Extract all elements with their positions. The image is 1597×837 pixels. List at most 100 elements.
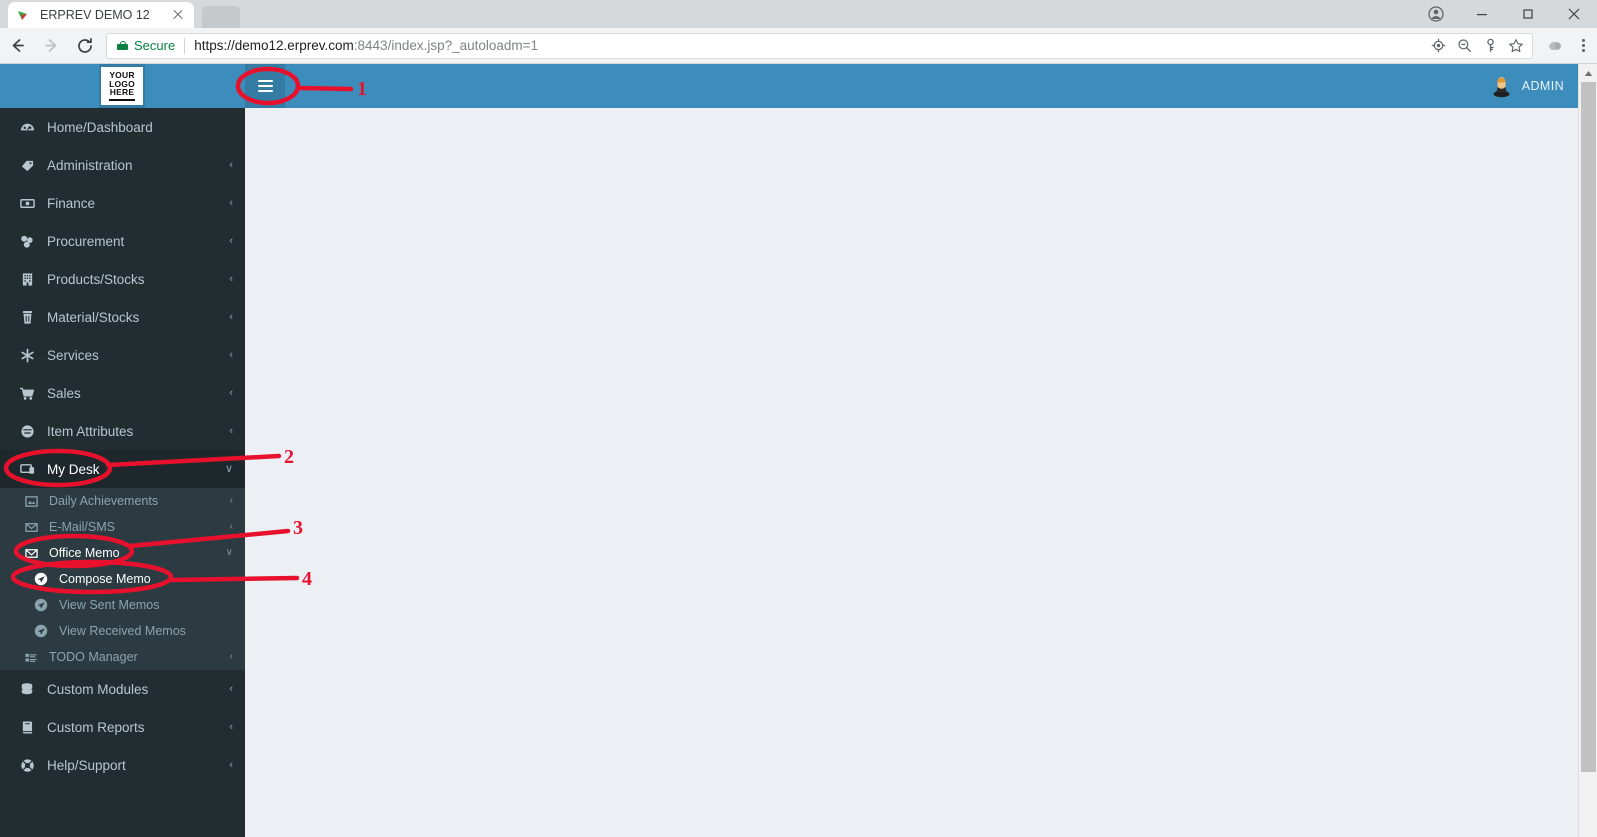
user-avatar-icon bbox=[1490, 75, 1513, 98]
circle-disc-icon bbox=[17, 424, 37, 439]
browser-toolbar: Secure https://demo12.erprev.com:8443/in… bbox=[0, 28, 1597, 64]
sidebar-item-administration[interactable]: Administration ‹ bbox=[0, 146, 245, 184]
chevron-left-icon: ‹ bbox=[229, 310, 233, 323]
erprev-favicon bbox=[16, 7, 32, 23]
browser-tab-bar: ERPREV DEMO 12 bbox=[0, 0, 1597, 28]
submenu-my-desk: Daily Achievements ‹ E-Mail/SMS ‹ Office… bbox=[0, 488, 245, 670]
sidebar-item-label: Administration bbox=[47, 157, 133, 173]
lock-icon bbox=[117, 41, 128, 50]
browser-tab[interactable]: ERPREV DEMO 12 bbox=[8, 2, 194, 28]
sidebar-item-label: Custom Reports bbox=[47, 719, 145, 735]
user-menu[interactable]: ADMIN bbox=[1490, 64, 1572, 108]
sidebar-item-view-received-memos[interactable]: View Received Memos bbox=[0, 618, 245, 644]
asterisk-icon bbox=[17, 348, 37, 363]
app-logo[interactable]: YOUR LOGO HERE bbox=[101, 67, 143, 105]
sidebar-item-todo-manager[interactable]: TODO Manager ‹ bbox=[0, 644, 245, 670]
picture-icon bbox=[22, 495, 40, 508]
logo-line-3: HERE bbox=[109, 87, 135, 98]
sidebar-item-daily-achievements[interactable]: Daily Achievements ‹ bbox=[0, 488, 245, 514]
sidebar-item-finance[interactable]: Finance ‹ bbox=[0, 184, 245, 222]
desk-icon bbox=[17, 462, 37, 477]
reload-icon[interactable] bbox=[68, 28, 102, 64]
sidebar-toggle-button[interactable] bbox=[245, 64, 285, 108]
close-icon[interactable] bbox=[1551, 0, 1597, 28]
sidebar-item-label: Material/Stocks bbox=[47, 309, 140, 325]
url-text: https://demo12.erprev.com:8443/index.jsp… bbox=[194, 38, 538, 53]
inactive-tab[interactable] bbox=[202, 6, 240, 28]
trash-icon bbox=[17, 310, 37, 325]
envelope-icon bbox=[22, 521, 40, 534]
address-bar[interactable]: Secure https://demo12.erprev.com:8443/in… bbox=[106, 32, 1533, 59]
security-status: Secure bbox=[134, 38, 176, 53]
sitemap-icon bbox=[17, 234, 37, 249]
sidebar-item-label: View Sent Memos bbox=[59, 598, 160, 612]
sidebar-item-label: Compose Memo bbox=[59, 572, 151, 586]
sidebar-item-procurement[interactable]: Procurement ‹ bbox=[0, 222, 245, 260]
chevron-left-icon: ‹ bbox=[229, 424, 233, 437]
erp-application: YOUR LOGO HERE ADMIN Home/Dashboard Admi… bbox=[0, 64, 1597, 837]
minimize-icon[interactable] bbox=[1459, 0, 1505, 28]
bookmark-star-icon[interactable] bbox=[1504, 34, 1528, 58]
chevron-left-icon: ‹ bbox=[229, 234, 233, 247]
database-icon bbox=[17, 682, 37, 697]
sidebar-item-office-memo[interactable]: Office Memo ∨ bbox=[0, 540, 245, 566]
sidebar-navigation: Home/Dashboard Administration ‹ Finance … bbox=[0, 108, 245, 837]
sidebar-item-home-dashboard[interactable]: Home/Dashboard bbox=[0, 108, 245, 146]
chevron-left-icon: ‹ bbox=[229, 495, 233, 506]
chevron-left-icon: ‹ bbox=[229, 720, 233, 733]
page-scrollbar[interactable] bbox=[1578, 64, 1597, 837]
tags-icon bbox=[17, 158, 37, 173]
sidebar-item-email-sms[interactable]: E-Mail/SMS ‹ bbox=[0, 514, 245, 540]
chevron-left-icon: ‹ bbox=[229, 682, 233, 695]
scroll-up-arrow-icon[interactable] bbox=[1579, 64, 1597, 82]
sidebar-item-label: E-Mail/SMS bbox=[49, 520, 115, 534]
sidebar-item-compose-memo[interactable]: Compose Memo bbox=[0, 566, 245, 592]
sidebar-item-item-attributes[interactable]: Item Attributes ‹ bbox=[0, 412, 245, 450]
url-path: :8443/index.jsp?_autoloadm=1 bbox=[353, 38, 539, 53]
sidebar-item-label: Products/Stocks bbox=[47, 271, 145, 287]
sidebar-item-sales[interactable]: Sales ‹ bbox=[0, 374, 245, 412]
chevron-left-icon: ‹ bbox=[229, 651, 233, 662]
key-icon[interactable] bbox=[1478, 34, 1502, 58]
sidebar-item-label: Services bbox=[47, 347, 99, 363]
profile-icon[interactable] bbox=[1413, 0, 1459, 28]
main-content-area bbox=[245, 108, 1578, 837]
maximize-icon[interactable] bbox=[1505, 0, 1551, 28]
sidebar-item-custom-modules[interactable]: Custom Modules ‹ bbox=[0, 670, 245, 708]
sidebar-item-my-desk[interactable]: My Desk ∨ bbox=[0, 450, 245, 488]
sidebar-item-label: Finance bbox=[47, 195, 96, 211]
chrome-menu-icon[interactable] bbox=[1569, 28, 1597, 64]
forward-arrow-icon bbox=[34, 28, 68, 64]
chevron-left-icon: ‹ bbox=[229, 758, 233, 771]
chevron-left-icon: ‹ bbox=[229, 521, 233, 532]
submenu-office-memo: Compose Memo View Sent Memos View Receiv… bbox=[0, 566, 245, 644]
url-host: https://demo12.erprev.com bbox=[194, 38, 354, 53]
lifebuoy-icon bbox=[17, 758, 37, 773]
location-target-icon[interactable] bbox=[1426, 34, 1450, 58]
zoom-out-icon[interactable] bbox=[1452, 34, 1476, 58]
sidebar-item-label: Custom Modules bbox=[47, 681, 149, 697]
chevron-left-icon: ‹ bbox=[229, 158, 233, 171]
sidebar-item-custom-reports[interactable]: Custom Reports ‹ bbox=[0, 708, 245, 746]
user-name-label: ADMIN bbox=[1521, 79, 1564, 93]
omnibox-divider bbox=[184, 37, 186, 54]
browser-tab-title: ERPREV DEMO 12 bbox=[40, 8, 150, 22]
sidebar-item-services[interactable]: Services ‹ bbox=[0, 336, 245, 374]
chevron-left-icon: ‹ bbox=[229, 386, 233, 399]
sidebar-item-help-support[interactable]: Help/Support ‹ bbox=[0, 746, 245, 784]
sidebar-item-label: Home/Dashboard bbox=[47, 119, 153, 135]
chevron-left-icon: ‹ bbox=[229, 196, 233, 209]
scrollbar-thumb[interactable] bbox=[1581, 82, 1596, 772]
sidebar-item-label: Sales bbox=[47, 385, 81, 401]
close-tab-icon[interactable] bbox=[170, 7, 186, 23]
sidebar-item-view-sent-memos[interactable]: View Sent Memos bbox=[0, 592, 245, 618]
chevron-left-icon: ‹ bbox=[229, 348, 233, 361]
sidebar-item-label: TODO Manager bbox=[49, 650, 138, 664]
extension-icon[interactable] bbox=[1541, 28, 1569, 64]
sidebar-item-material-stocks[interactable]: Material/Stocks ‹ bbox=[0, 298, 245, 336]
sidebar-item-label: Office Memo bbox=[49, 546, 120, 560]
back-arrow-icon[interactable] bbox=[0, 28, 34, 64]
sidebar-item-products-stocks[interactable]: Products/Stocks ‹ bbox=[0, 260, 245, 298]
sidebar-item-label: Item Attributes bbox=[47, 423, 134, 439]
sidebar-item-label: Procurement bbox=[47, 233, 125, 249]
